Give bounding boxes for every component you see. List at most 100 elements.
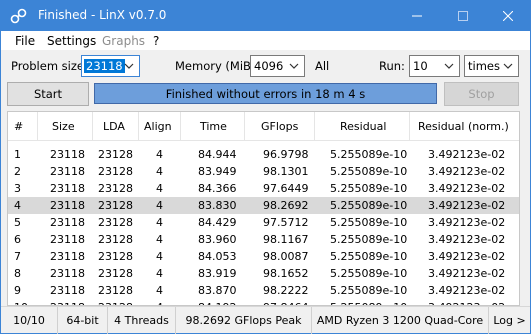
cell-time: 83.949 [198,165,237,178]
table-row[interactable]: 4 23118 23128 4 83.830 98.2692 5.255089e-10 3.4… [8,197,519,214]
cell-size: 23118 [50,165,85,178]
close-button[interactable] [485,0,531,31]
log-button[interactable]: Log > [489,307,530,334]
column-header-gflops[interactable]: GFlops [261,120,298,133]
column-header-align[interactable]: Align [144,120,172,133]
menu-settings[interactable]: Settings [47,34,96,48]
status-cpu: AMD Ryzen 3 1200 Quad-Core [312,307,489,334]
table-header: # Size LDA Align Time GFlops Residual Re… [8,112,519,141]
cell-number: 3 [14,182,21,195]
title-bar[interactable]: Finished - LinX v0.7.0 [0,0,531,31]
window-title: Finished - LinX v0.7.0 [38,8,167,22]
cell-lda: 23128 [98,250,133,263]
cell-gflops: 96.9798 [263,148,309,161]
cell-align: 4 [156,199,163,212]
cell-number: 9 [14,284,21,297]
table-row[interactable]: 3 23118 23128 4 84.366 97.6449 5.255089e-10 3.4… [8,180,519,197]
cell-residual-norm: 3.492123e-02 [428,165,506,178]
cell-lda: 23128 [98,165,133,178]
cell-residual: 5.255089e-10 [330,199,408,212]
status-peak: 98.2692 GFlops Peak [176,307,312,334]
table-row[interactable]: 9 23118 23128 4 83.870 98.2222 5.255089e-10 3.4… [8,282,519,299]
run-label: Run: [379,59,405,73]
cell-lda: 23128 [98,233,133,246]
cell-residual: 5.255089e-10 [330,182,408,195]
cell-gflops: 98.2692 [263,199,309,212]
cell-gflops: 98.1652 [263,267,309,280]
cell-lda: 23128 [98,199,133,212]
cell-lda: 23128 [98,182,133,195]
cell-size: 23118 [50,182,85,195]
column-header-number[interactable]: # [14,120,23,133]
linx-app-icon [10,7,28,25]
table-row[interactable]: 5 23118 23128 4 84.429 97.5712 5.255089e-10 3.4… [8,214,519,231]
cell-gflops: 98.0087 [263,250,309,263]
cell-size: 23118 [50,284,85,297]
column-header-size[interactable]: Size [52,120,75,133]
main-window: File Settings Graphs ? Problem size: 231… [1,31,530,334]
menu-graphs[interactable]: Graphs [102,34,145,48]
table-row[interactable]: 6 23118 23128 4 83.960 98.1167 5.255089e-10 3.4… [8,231,519,248]
cell-residual: 5.255089e-10 [330,267,408,280]
run-unit-value: times [468,59,500,73]
cell-time: 83.830 [198,199,237,212]
cell-align: 4 [156,148,163,161]
problem-size-combo[interactable]: 23118 [81,55,140,77]
table-row[interactable]: 102311823128484.19297.84645.255089e-103.… [8,299,519,305]
cell-size: 23118 [50,233,85,246]
chevron-down-icon [124,63,134,69]
status-text: Finished without errors in 18 m 4 s [165,86,366,101]
cell-lda: 23128 [98,284,133,297]
cell-residual-norm: 3.492123e-02 [428,284,506,297]
cell-align: 4 [156,267,163,280]
start-button[interactable]: Start [7,82,89,106]
run-unit-combo[interactable]: times [464,55,519,77]
cell-align: 4 [156,250,163,263]
maximize-icon [458,10,468,21]
cell-gflops: 98.2222 [263,284,309,297]
memory-value: 4096 [254,59,284,73]
menu-file[interactable]: File [15,34,35,48]
column-header-time[interactable]: Time [200,120,227,133]
cell-residual: 5.255089e-10 [330,233,408,246]
cell-time: 84.944 [198,148,237,161]
status-threads: 4 Threads [108,307,176,334]
minimize-icon [412,15,422,16]
memory-label: Memory (MiB): [175,59,260,73]
cell-number: 6 [14,233,21,246]
cell-size: 23118 [50,267,85,280]
close-icon [503,10,513,21]
table-row[interactable]: 8 23118 23128 4 83.919 98.1652 5.255089e-10 3.4… [8,265,519,282]
stop-button[interactable]: Stop [444,82,519,106]
cell-align: 4 [156,233,163,246]
table-row[interactable]: 1 23118 23128 4 84.944 96.9798 5.255089e-10 3.4… [8,146,519,163]
memory-combo[interactable]: 4096 [250,55,305,77]
cell-time: 83.919 [198,267,237,280]
maximize-button[interactable] [440,0,486,31]
column-header-lda[interactable]: LDA [103,120,125,133]
menu-help[interactable]: ? [153,34,159,48]
memory-all-button[interactable]: All [315,59,329,73]
table-row[interactable]: 7 23118 23128 4 84.053 98.0087 5.255089e-10 3.4… [8,248,519,265]
results-table: # Size LDA Align Time GFlops Residual Re… [7,111,520,306]
cell-time: 84.366 [198,182,237,195]
cell-lda: 23128 [98,216,133,229]
cell-align: 4 [156,284,163,297]
cell-residual: 5.255089e-10 [330,148,408,161]
cell-time: 83.870 [198,284,237,297]
status-progress-bar: Finished without errors in 18 m 4 s [94,83,437,104]
table-row[interactable]: 2 23118 23128 4 83.949 98.1301 5.255089e-10 3.4… [8,163,519,180]
cell-residual: 5.255089e-10 [330,250,408,263]
cell-time: 84.053 [198,250,237,263]
cell-residual-norm: 3.492123e-02 [428,267,506,280]
run-count-value: 10 [413,59,428,73]
column-header-residual[interactable]: Residual [340,120,386,133]
cell-time: 83.960 [198,233,237,246]
cell-lda: 23128 [98,148,133,161]
minimize-button[interactable] [394,0,440,31]
run-count-combo[interactable]: 10 [409,55,460,77]
cell-residual-norm: 3.492123e-02 [428,216,506,229]
column-header-residual-norm[interactable]: Residual (norm.) [418,120,509,133]
cell-align: 4 [156,182,163,195]
cell-number: 4 [14,199,21,212]
